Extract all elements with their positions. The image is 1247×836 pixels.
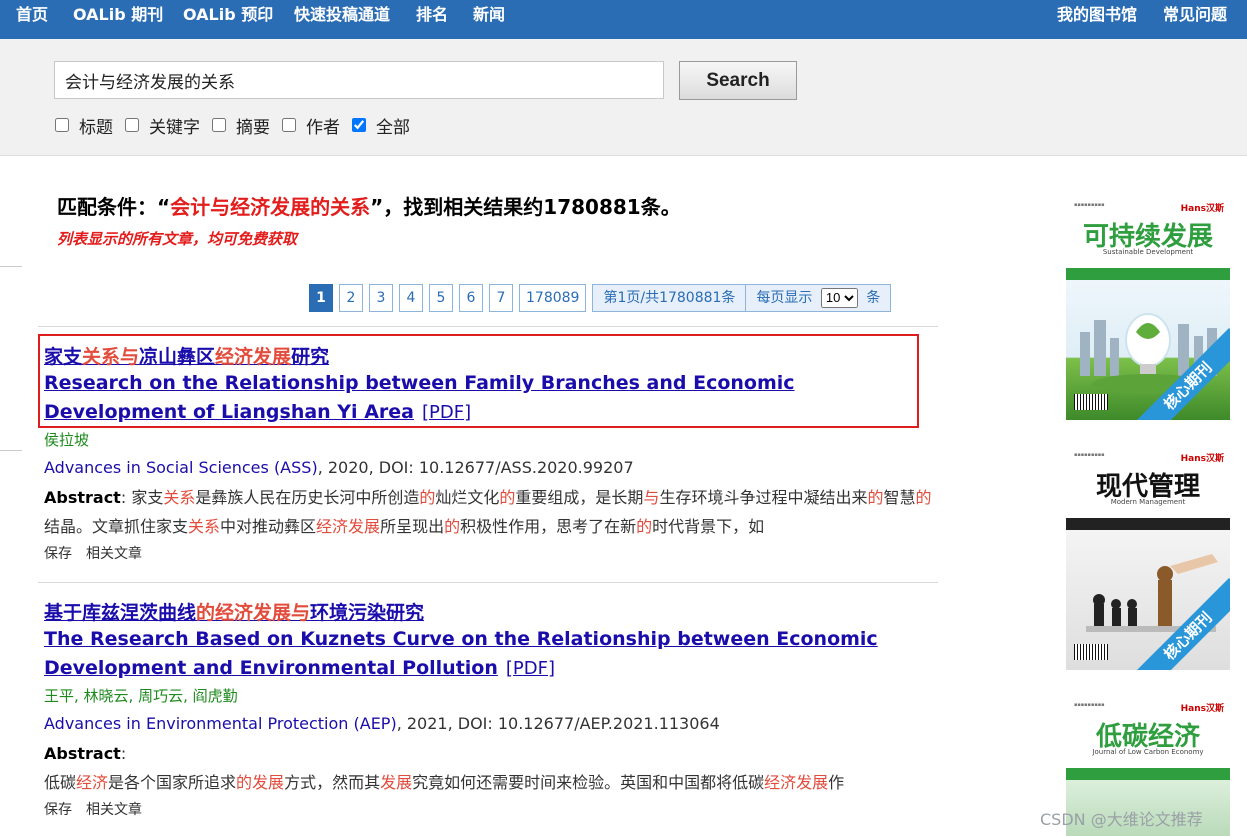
top-navbar: 首页 OALib 期刊 OALib 预印 快速投稿通道 排名 新闻 我的图书馆 … — [0, 0, 1247, 39]
pagination: 1 2 3 4 5 6 7 178089 第1页/共1780881条 每页显示 … — [309, 284, 892, 314]
per-page-select[interactable]: 10 — [820, 287, 858, 308]
result-authors[interactable]: 侯拉坡 — [44, 427, 934, 453]
journal-cover-modern-management[interactable]: ▪▪▪▪▪▪▪▪▪ Hans汉斯 现代管理 Modern Management … — [1066, 448, 1230, 670]
hans-logo: Hans汉斯 — [1180, 454, 1224, 464]
result-abstract: Abstract: 家支关系是彝族人民在历史长河中所创造的灿烂文化的重要组成，是… — [44, 488, 932, 536]
barcode — [1074, 644, 1108, 660]
filter-title-checkbox[interactable] — [55, 118, 69, 132]
page-4[interactable]: 4 — [399, 284, 423, 312]
filter-abstract-checkbox[interactable] — [212, 118, 226, 132]
cover-meta: ▪▪▪▪▪▪▪▪▪ — [1074, 452, 1105, 458]
filter-keyword-checkbox[interactable] — [125, 118, 139, 132]
result-journal: Advances in Social Sciences (ASS), 2020,… — [44, 458, 634, 477]
search-button[interactable]: Search — [679, 61, 797, 100]
result-actions: 保存 相关文章 — [44, 541, 934, 567]
save-link[interactable]: 保存 — [44, 546, 72, 562]
nav-fast-submission[interactable]: 快速投稿通道 — [294, 0, 390, 30]
free-access-note: 列表显示的所有文章，均可免费获取 — [57, 230, 298, 248]
divider — [0, 266, 22, 267]
nav-ranking[interactable]: 排名 — [416, 0, 448, 30]
filter-author[interactable]: 作者 — [282, 115, 340, 138]
divider — [0, 450, 22, 451]
result-abstract-label: Abstract: — [44, 744, 127, 763]
cover-image: 核心期刊 — [1066, 280, 1230, 420]
journal-link[interactable]: Advances in Social Sciences (ASS) — [44, 458, 318, 477]
cover-subtitle: Journal of Low Carbon Economy — [1092, 748, 1204, 756]
filter-all-checkbox[interactable] — [352, 118, 366, 132]
filter-author-checkbox[interactable] — [282, 118, 296, 132]
nav-faq[interactable]: 常见问题 — [1163, 0, 1227, 30]
divider — [38, 582, 938, 583]
result-actions: 保存 相关文章 — [44, 797, 934, 823]
nav-oalib-preprints[interactable]: OALib 预印 — [183, 0, 273, 30]
page-2[interactable]: 2 — [339, 284, 363, 312]
result-title-cn[interactable]: 基于库兹涅茨曲线的经济发展与环境污染研究 — [44, 598, 934, 625]
cover-image: 核心期刊 — [1066, 530, 1230, 670]
page-3[interactable]: 3 — [369, 284, 393, 312]
nav-oalib-journals[interactable]: OALib 期刊 — [73, 0, 163, 30]
result-journal: Advances in Environmental Protection (AE… — [44, 714, 720, 733]
divider — [38, 326, 938, 327]
journal-link[interactable]: Advances in Environmental Protection (AE… — [44, 714, 397, 733]
page-info: 第1页/共1780881条 — [592, 284, 747, 312]
hans-logo: Hans汉斯 — [1180, 704, 1224, 714]
hans-logo: Hans汉斯 — [1180, 204, 1224, 214]
result-authors[interactable]: 王平, 林晓云, 周巧云, 阎虎勤 — [44, 683, 934, 709]
filter-keyword[interactable]: 关键字 — [125, 115, 200, 138]
match-summary: 匹配条件：“会计与经济发展的关系”，找到相关结果约1780881条。 — [57, 195, 681, 219]
page-last[interactable]: 178089 — [519, 284, 587, 312]
nav-my-library[interactable]: 我的图书馆 — [1057, 0, 1137, 30]
nav-news[interactable]: 新闻 — [473, 0, 505, 30]
cover-meta: ▪▪▪▪▪▪▪▪▪ — [1074, 202, 1105, 208]
cover-meta: ▪▪▪▪▪▪▪▪▪ — [1074, 702, 1105, 708]
barcode — [1074, 394, 1108, 410]
page-7[interactable]: 7 — [489, 284, 513, 312]
search-panel: Search 标题 关键字 摘要 作者 全部 — [0, 39, 1247, 156]
journal-cover-sustainable-development[interactable]: ▪▪▪▪▪▪▪▪▪ Hans汉斯 可持续发展 Sustainable Devel… — [1066, 198, 1230, 420]
page-1[interactable]: 1 — [309, 284, 333, 312]
related-articles-link[interactable]: 相关文章 — [86, 802, 142, 818]
filter-abstract[interactable]: 摘要 — [212, 115, 270, 138]
page-5[interactable]: 5 — [429, 284, 453, 312]
result-item: 基于库兹涅茨曲线的经济发展与环境污染研究 The Research Based … — [44, 598, 934, 823]
pdf-link[interactable]: [PDF] — [506, 658, 555, 679]
save-link[interactable]: 保存 — [44, 802, 72, 818]
filter-all[interactable]: 全部 — [352, 115, 410, 138]
result-abstract: 低碳经济是各个国家所追求的发展方式，然而其发展究竟如何还需要时间来检验。英国和中… — [44, 773, 845, 792]
filter-title[interactable]: 标题 — [55, 115, 113, 138]
page-6[interactable]: 6 — [459, 284, 483, 312]
cover-subtitle: Modern Management — [1110, 498, 1186, 506]
related-articles-link[interactable]: 相关文章 — [86, 546, 142, 562]
match-keyword: 会计与经济发展的关系 — [170, 195, 371, 219]
csdn-watermark: CSDN @大维论文推荐 — [1040, 810, 1203, 829]
nav-home[interactable]: 首页 — [16, 0, 48, 30]
per-page-control: 每页显示 10 条 — [746, 284, 892, 312]
result-title-en[interactable]: The Research Based on Kuznets Curve on t… — [44, 625, 934, 683]
cover-subtitle: Sustainable Development — [1102, 248, 1194, 256]
highlight-box — [38, 334, 919, 428]
search-input[interactable] — [54, 61, 664, 99]
